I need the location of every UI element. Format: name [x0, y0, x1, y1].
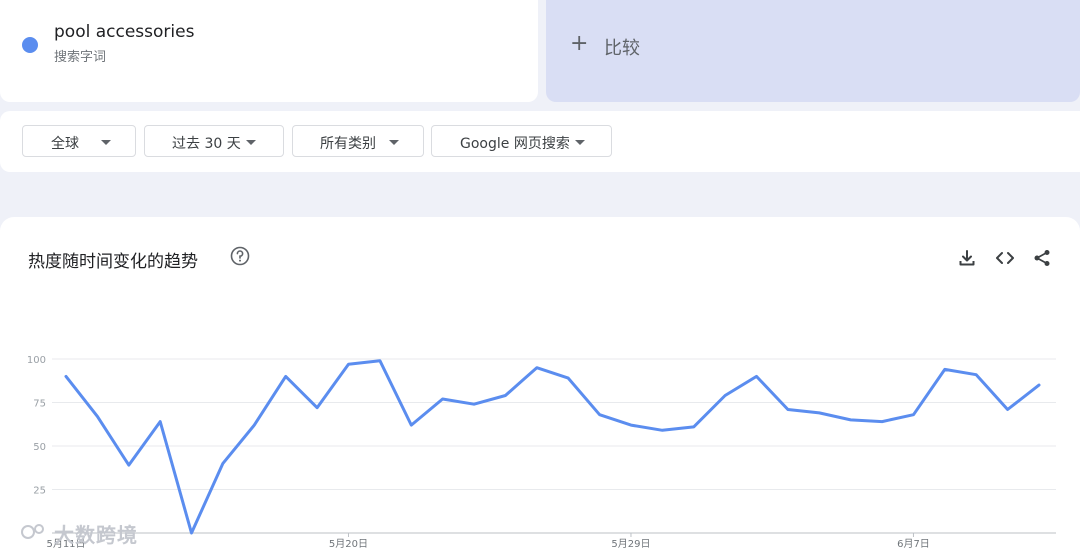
data-point	[503, 394, 507, 398]
line-chart: 2550751005月11日 5月20日 5月29日 6月7日	[27, 355, 1056, 550]
data-point	[441, 397, 445, 401]
caret-down-icon	[246, 140, 256, 145]
search-term-card[interactable]: pool accessories 搜索字词	[0, 0, 538, 102]
data-point	[221, 461, 225, 465]
data-point	[472, 402, 476, 406]
data-point	[127, 463, 131, 467]
region-filter[interactable]: 全球	[22, 125, 136, 157]
y-tick-label: 75	[33, 399, 46, 410]
compare-button[interactable]: + 比较	[546, 0, 1080, 102]
caret-down-icon	[575, 140, 585, 145]
data-point	[315, 406, 319, 410]
x-tick-label: 5月20日	[329, 538, 368, 550]
interest-over-time-card: 热度随时间变化的趋势 25 50 75 100 5月11日 5月20日 5月29日 6月7日 …	[0, 217, 1080, 558]
data-point	[660, 428, 664, 432]
y-tick-label: 25	[33, 486, 46, 497]
series-color-dot	[22, 37, 38, 53]
data-point	[64, 374, 68, 378]
data-point	[817, 411, 821, 415]
search-type-filter-label: Google 网页搜索	[460, 136, 570, 152]
search-type-filter[interactable]: Google 网页搜索	[431, 125, 612, 157]
region-filter-label: 全球	[51, 136, 79, 152]
data-point	[566, 376, 570, 380]
search-term-name[interactable]: pool accessories	[54, 22, 194, 42]
data-point	[598, 413, 602, 417]
plus-icon: +	[570, 31, 589, 56]
caret-down-icon	[101, 140, 111, 145]
data-point	[95, 414, 99, 418]
y-tick-label: 100	[27, 355, 46, 366]
data-point	[378, 359, 382, 363]
watermark-logo	[21, 524, 44, 539]
data-point	[911, 413, 915, 417]
data-point	[1037, 383, 1041, 387]
data-point	[346, 362, 350, 366]
watermark-text: 大数跨境	[54, 523, 138, 547]
data-point	[943, 367, 947, 371]
series-line	[64, 359, 1041, 535]
data-point	[252, 423, 256, 427]
data-point	[692, 425, 696, 429]
data-point	[786, 407, 790, 411]
filter-bar: 全球 过去 30 天 所有类别 Google 网页搜索	[0, 111, 1080, 172]
time-range-filter[interactable]: 过去 30 天	[144, 125, 284, 157]
search-term-type: 搜索字词	[54, 50, 107, 65]
data-point	[974, 373, 978, 377]
data-point	[409, 423, 413, 427]
x-tick-label: 5月29日	[611, 538, 650, 550]
data-point	[1006, 407, 1010, 411]
compare-label: 比较	[604, 38, 640, 59]
category-filter[interactable]: 所有类别	[292, 125, 424, 157]
caret-down-icon	[389, 140, 399, 145]
data-point	[849, 418, 853, 422]
data-point	[284, 374, 288, 378]
y-tick-label: 50	[33, 442, 46, 453]
data-point	[535, 366, 539, 370]
data-point	[723, 394, 727, 398]
x-tick-label: 6月7日	[897, 538, 930, 550]
data-point	[158, 420, 162, 424]
category-filter-label: 所有类别	[320, 136, 376, 152]
data-point	[755, 374, 759, 378]
data-point	[880, 420, 884, 424]
time-range-filter-label: 过去 30 天	[172, 136, 241, 152]
data-point	[190, 531, 194, 535]
data-point	[629, 423, 633, 427]
